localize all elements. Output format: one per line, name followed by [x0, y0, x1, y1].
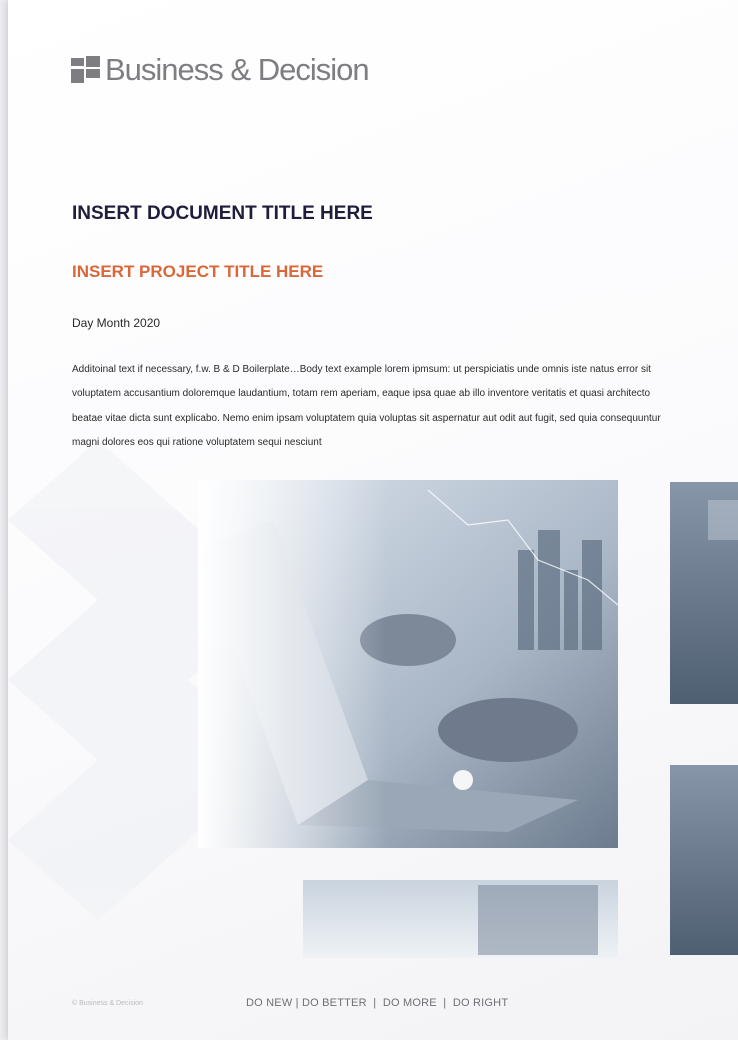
brand-logo: Business & Decision — [71, 52, 370, 87]
project-title: INSERT PROJECT TITLE HERE — [72, 262, 324, 281]
brand-name: Business & Decision — [105, 52, 370, 87]
cover-page: Business & Decision INSERT DOCUMENT TITL… — [8, 0, 738, 1040]
footer-copyright: © Business & Decision — [72, 1000, 143, 1007]
four-block-logo-icon — [71, 55, 100, 83]
cover-photo — [198, 480, 738, 958]
document-title: INSERT DOCUMENT TITLE HERE — [72, 203, 373, 224]
document-date: Day Month 2020 — [72, 316, 161, 330]
body-text: Additoinal text if necessary, f.w. B & D… — [72, 364, 661, 448]
footer-tagline: DO NEW | DO BETTER | DO MORE | DO RIGHT — [246, 997, 509, 1009]
